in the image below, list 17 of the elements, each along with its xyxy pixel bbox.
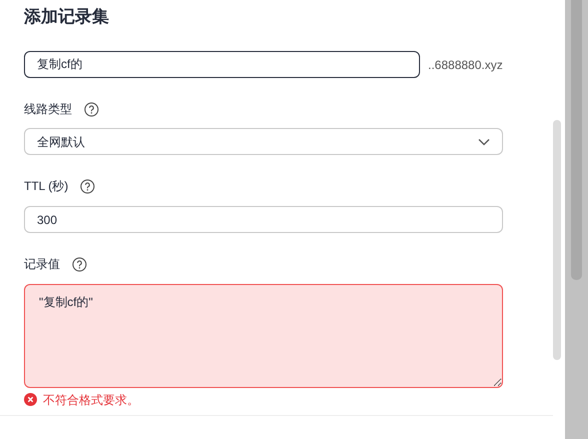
record-value-textarea[interactable]: "复制cf的"	[24, 284, 503, 388]
error-icon	[24, 393, 37, 406]
help-icon[interactable]	[80, 178, 96, 194]
line-type-select[interactable]: 全网默认	[24, 128, 503, 155]
domain-suffix: ..6888880.xyz	[428, 56, 503, 74]
scrollbar-thumb[interactable]	[553, 120, 561, 360]
help-icon[interactable]	[72, 256, 87, 272]
field-label: 线路类型	[24, 101, 72, 118]
ttl-input[interactable]: 300	[24, 206, 503, 233]
help-icon[interactable]	[84, 102, 99, 116]
scrollbar-thumb[interactable]	[571, 0, 582, 280]
chevron-down-icon	[478, 138, 490, 146]
field-label: 记录值	[24, 256, 60, 273]
host-input[interactable]: 复制cf的	[24, 51, 420, 78]
field-label: TTL (秒)	[24, 178, 68, 195]
error-message: 不符合格式要求。	[43, 392, 139, 406]
dialog-title: 添加记录集	[24, 6, 110, 28]
